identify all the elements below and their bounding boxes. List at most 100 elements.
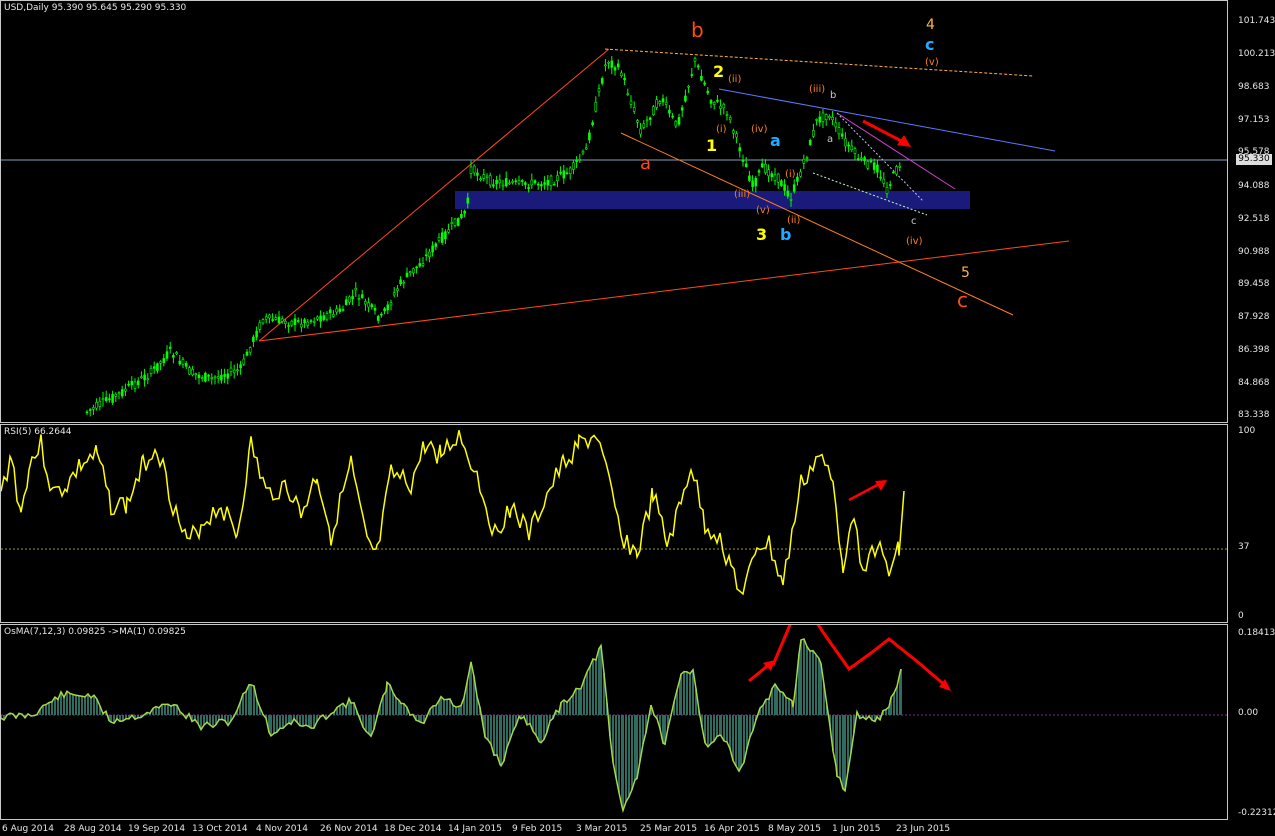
wave-label-c-red: c — [957, 288, 968, 312]
candle-body — [258, 322, 262, 330]
candle-body — [453, 218, 457, 226]
osma-tick: -0.22312 — [1238, 808, 1275, 818]
candle-body — [661, 98, 665, 103]
candle-body — [172, 354, 175, 358]
candle-body — [844, 138, 847, 147]
candle-body — [117, 392, 121, 394]
candle-body — [181, 359, 185, 365]
candle-body — [367, 302, 370, 308]
date-tick: 13 Oct 2014 — [192, 824, 248, 834]
candle-body — [885, 186, 889, 194]
candle-body — [664, 101, 668, 105]
candle-body — [533, 180, 537, 184]
candle-body — [306, 321, 310, 326]
osma-tick: 0.18413 — [1238, 628, 1275, 638]
candle-body — [575, 159, 578, 162]
candle-body — [869, 160, 873, 163]
candle-body — [645, 119, 649, 122]
candle-body — [303, 319, 306, 324]
candle-body — [549, 175, 553, 187]
price-chart-pane[interactable]: b 4 c (v) 2 (ii) (iii) b (i) (iv) a a 1 … — [0, 0, 1228, 423]
price-tick: 92.518 — [1238, 214, 1270, 224]
candle-body — [607, 61, 610, 64]
candle-body — [581, 150, 585, 154]
candle-body — [463, 210, 466, 214]
date-tick: 1 Jun 2015 — [832, 824, 881, 834]
red-arrow-rsi — [848, 481, 882, 502]
rsi-line — [1, 430, 905, 596]
candle-body — [613, 67, 617, 71]
price-scale[interactable]: 101.743 100.213 98.683 97.153 95.578 94.… — [1230, 0, 1275, 423]
candle-body — [888, 184, 892, 186]
candle-body — [210, 377, 214, 379]
candle-body — [709, 100, 713, 104]
candle-body — [524, 182, 527, 185]
candle-body — [152, 366, 156, 369]
candle-body — [636, 120, 639, 123]
candle-body — [300, 323, 303, 328]
candle-body — [200, 377, 204, 380]
wave-label-iii-mid: (iii) — [809, 84, 825, 95]
candle-body — [828, 115, 831, 119]
lower-trend-line — [258, 240, 1070, 342]
candle-body — [277, 316, 281, 324]
candle-body — [610, 60, 614, 68]
candle-body — [562, 170, 566, 179]
candle-body — [140, 376, 143, 379]
candle-body — [757, 170, 761, 173]
candle-body — [895, 166, 898, 175]
candle-body — [751, 180, 754, 187]
price-tick: 98.683 — [1238, 82, 1270, 92]
candle-body — [706, 90, 710, 94]
candle-body — [284, 320, 287, 324]
candle-body — [431, 245, 434, 253]
osma-canvas[interactable] — [1, 625, 1228, 820]
price-tick: 87.928 — [1238, 312, 1270, 322]
candle-body — [530, 179, 534, 186]
candle-body — [216, 376, 220, 379]
candle-body — [783, 184, 786, 191]
price-chart-canvas[interactable]: b 4 c (v) 2 (ii) (iii) b (i) (iv) a a 1 … — [1, 1, 1228, 423]
support-zone — [455, 191, 970, 209]
candle-body — [863, 157, 866, 162]
candle-body — [280, 318, 284, 322]
osma-pane[interactable]: OsMA(7,12,3) 0.09825 ->MA(1) 0.09825 — [0, 624, 1228, 820]
candle-body — [623, 77, 626, 81]
candle-body — [879, 176, 882, 179]
candle-body — [392, 292, 396, 296]
candle-body — [348, 296, 351, 303]
candle-body — [444, 231, 447, 240]
candle-body — [328, 309, 332, 314]
candle-body — [124, 388, 127, 392]
rsi-canvas[interactable] — [1, 425, 1228, 623]
candle-body — [85, 411, 89, 414]
candle-body — [776, 173, 780, 183]
candle-body — [812, 130, 815, 137]
candle-body — [655, 99, 658, 108]
candle-body — [213, 376, 217, 379]
candle-body — [773, 174, 777, 181]
candle-body — [674, 120, 678, 127]
candle-body — [632, 107, 636, 112]
wave-label-1: 1 — [706, 136, 717, 155]
candle-body — [226, 373, 230, 379]
price-tick: 84.868 — [1238, 378, 1270, 388]
date-axis[interactable]: 6 Aug 2014 28 Aug 2014 19 Sep 2014 13 Oc… — [0, 822, 1228, 836]
rsi-scale[interactable]: 100 37 0 — [1230, 424, 1275, 623]
candle-body — [396, 288, 399, 291]
date-tick: 16 Apr 2015 — [704, 824, 760, 834]
candle-body — [648, 117, 652, 120]
candle-body — [242, 358, 246, 365]
candle-body — [434, 243, 438, 247]
candle-body — [220, 374, 223, 381]
wave-label-2: 2 — [713, 62, 724, 81]
candle-body — [261, 319, 265, 324]
candle-body — [741, 160, 745, 162]
osma-scale[interactable]: 0.18413 0.00 -0.22312 — [1230, 624, 1275, 820]
rsi-pane[interactable]: RSI(5) 66.2644 — [0, 424, 1228, 623]
candle-body — [460, 213, 463, 218]
candle-body — [191, 369, 194, 376]
candle-body — [546, 180, 550, 186]
candle-body — [223, 374, 226, 377]
candle-body — [597, 88, 601, 93]
